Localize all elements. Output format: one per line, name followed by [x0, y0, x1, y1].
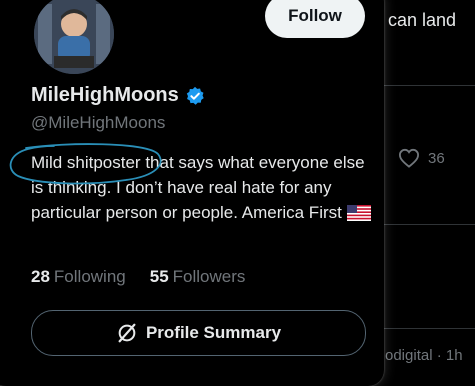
grok-icon	[118, 323, 136, 343]
timeline-divider	[384, 224, 475, 225]
profile-summary-label: Profile Summary	[145, 323, 282, 342]
profile-summary-button[interactable]: Profile Summary	[31, 310, 366, 356]
followers-count: 55	[149, 267, 169, 286]
timeline-divider	[384, 328, 475, 329]
timeline-background	[384, 0, 475, 372]
follow-button[interactable]: Follow	[265, 0, 365, 38]
verified-badge-icon	[186, 86, 204, 105]
hand-drawn-circle-annotation	[9, 143, 162, 185]
following-count: 28	[31, 267, 50, 286]
like-count: 36	[428, 149, 445, 167]
user-handle[interactable]: @MileHighMoons	[31, 113, 165, 133]
followers-link[interactable]: 55 Followers	[150, 267, 246, 287]
us-flag-icon	[346, 205, 371, 221]
following-label: Following	[53, 267, 126, 286]
following-link[interactable]: 28 Following	[31, 267, 126, 287]
tweet-meta: odigital · 1h	[385, 347, 463, 364]
avatar[interactable]	[32, 0, 116, 76]
display-name[interactable]: MileHighMoons	[31, 84, 205, 107]
avatar-image	[34, 0, 114, 74]
profile-hover-card: Follow MileHighMoons @MileHighMoons Mild…	[0, 0, 384, 386]
tweet-text: can land	[388, 10, 457, 30]
follow-stats: 28 Following 55 Followers	[31, 267, 245, 287]
followers-label: Followers	[172, 267, 246, 286]
like-button[interactable]: 36	[398, 148, 445, 168]
heart-icon	[398, 148, 420, 168]
timeline-divider	[384, 85, 475, 86]
display-name-text: MileHighMoons	[31, 84, 179, 106]
